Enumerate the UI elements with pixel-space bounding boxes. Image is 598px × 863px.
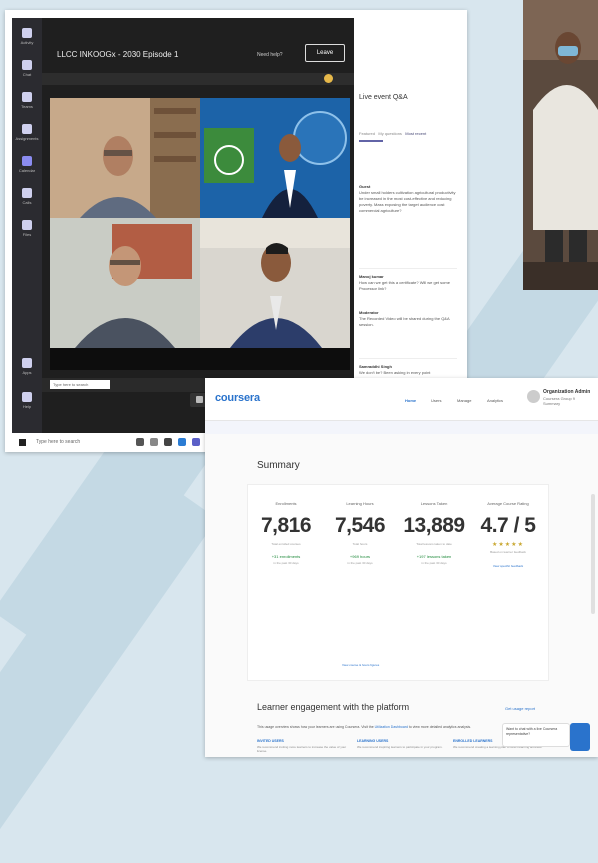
coursera-header: coursera Home Users Manage Analytics Org…: [205, 378, 598, 421]
rail-item-teams[interactable]: Teams: [17, 90, 37, 118]
engagement-invited: INVITED USERS We recommend inviting more…: [257, 739, 347, 753]
taskview-icon[interactable]: [136, 438, 144, 446]
apps-icon: [22, 358, 32, 368]
camera-icon[interactable]: [196, 396, 203, 403]
dashboard-body: Summary Enrollments 7,816 Total enrolled…: [205, 434, 598, 757]
meeting-header: LLCC INKOOGx - 2030 Episode 1 Need help?…: [42, 18, 354, 73]
video-feed: [200, 98, 350, 218]
coursera-window: coursera Home Users Manage Analytics Org…: [205, 378, 598, 757]
metric-enrollments: Enrollments 7,816 Total enrolled courses…: [260, 501, 312, 565]
phone-icon: [22, 188, 32, 198]
avatar[interactable]: [527, 390, 540, 403]
teams-icon[interactable]: [192, 438, 200, 446]
qa-tabs: Featured My questions Most recent: [359, 131, 426, 136]
summary-title: Summary: [257, 460, 300, 471]
metric-learning-hours: Learning Hours 7,546 Total hours +969 ho…: [334, 501, 386, 565]
utilization-dashboard-link[interactable]: Utilization Dashboard: [375, 725, 408, 729]
rail-item-assignments[interactable]: Assignments: [16, 122, 38, 150]
summary-link[interactable]: View course & hours figures: [342, 663, 379, 667]
teams-icon: [22, 92, 32, 102]
nav-home[interactable]: Home: [405, 398, 416, 403]
summary-card: Enrollments 7,816 Total enrolled courses…: [247, 484, 549, 681]
qa-item: Guest Under small holders cultivation agr…: [359, 184, 456, 213]
tab-indicator: [359, 140, 383, 142]
rail-item-apps[interactable]: Apps: [17, 356, 37, 384]
rail-item-activity[interactable]: Activity: [17, 26, 37, 54]
video-tile-4: [200, 218, 350, 348]
rail-item-calls[interactable]: Calls: [17, 186, 37, 214]
org-name: Organization Admin: [543, 389, 591, 395]
nav-users[interactable]: Users: [431, 398, 441, 403]
windows-start-icon[interactable]: [19, 439, 26, 446]
app-rail: Activity Chat Teams Assignments Calendar…: [12, 18, 42, 433]
store-icon[interactable]: [164, 438, 172, 446]
video-feed: [200, 218, 350, 348]
engagement-title: Learner engagement with the platform: [257, 702, 410, 712]
qa-item: Manoj kumar How can we get this a certifi…: [359, 274, 450, 291]
rail-item-chat[interactable]: Chat: [17, 58, 37, 86]
file-icon: [22, 220, 32, 230]
engagement-learning: LEARNING USERS We recommend inspiring le…: [357, 739, 443, 749]
avatar: [324, 74, 333, 83]
chat-prompt[interactable]: Want to chat with a live Coursera repres…: [502, 723, 570, 747]
help-icon: [22, 392, 32, 402]
nav-manage[interactable]: Manage: [457, 398, 471, 403]
rail-item-help[interactable]: Help: [17, 390, 37, 418]
usage-report-link[interactable]: Get usage report: [505, 706, 535, 711]
subheader-band: [205, 421, 598, 434]
divider: [359, 358, 457, 359]
meeting-title: LLCC INKOOGx - 2030 Episode 1: [57, 50, 179, 59]
tab-featured[interactable]: Featured: [359, 131, 375, 136]
edge-icon[interactable]: [150, 438, 158, 446]
coursera-logo[interactable]: coursera: [215, 392, 260, 404]
video-feed: [50, 98, 200, 218]
background-stripe: [0, 467, 218, 863]
taskbar-search[interactable]: Type here to search: [36, 439, 80, 445]
calendar-icon: [22, 156, 32, 166]
video-feed: [50, 218, 200, 348]
rail-item-files[interactable]: Files: [17, 218, 37, 246]
org-subtitle: Coursera Group 9 Summary: [543, 396, 576, 406]
meeting-toolbar: [42, 73, 354, 85]
nav-analytics[interactable]: Analytics: [487, 398, 503, 403]
rail-item-calendar[interactable]: Calendar: [17, 154, 37, 182]
chat-icon: [22, 60, 32, 70]
chat-button[interactable]: [570, 723, 590, 751]
scrollbar[interactable]: [591, 494, 595, 614]
engagement-description: This usage overview shows how your learn…: [257, 725, 472, 729]
rating-stars-icon: ★★★★★: [492, 542, 524, 548]
qa-item: Samraddhi Singh We don't be? Been asking …: [359, 364, 431, 375]
assignments-icon: [22, 124, 32, 134]
qa-title: Live event Q&A: [359, 94, 408, 101]
outlook-icon[interactable]: [178, 438, 186, 446]
event-photo: [523, 0, 598, 290]
video-grid: [50, 98, 359, 433]
metric-lessons-taken: Lessons Taken 13,889 Total lessons taken…: [403, 501, 465, 565]
need-help-link[interactable]: Need help?: [257, 52, 283, 58]
search-input[interactable]: Type here to search: [50, 380, 110, 389]
video-tile-3: [50, 218, 200, 348]
qa-panel: Live event Q&A Featured My questions Mos…: [354, 18, 464, 433]
qa-item: Moderator The Recorded Video will be shar…: [359, 310, 450, 327]
leave-button[interactable]: Leave: [305, 44, 345, 62]
video-tile-1: [50, 98, 200, 218]
tab-my-questions[interactable]: My questions: [378, 131, 402, 136]
teams-app: Activity Chat Teams Assignments Calendar…: [12, 18, 464, 433]
tab-most-recent[interactable]: Most recent: [405, 131, 426, 136]
photo-image: [523, 0, 598, 290]
view-feedback-link[interactable]: View specific feedback: [474, 564, 542, 568]
video-tile-2: [200, 98, 350, 218]
bell-icon: [22, 28, 32, 38]
divider: [359, 268, 457, 269]
metric-course-rating: Average Course Rating 4.7 / 5 ★★★★★ Base…: [474, 501, 542, 568]
